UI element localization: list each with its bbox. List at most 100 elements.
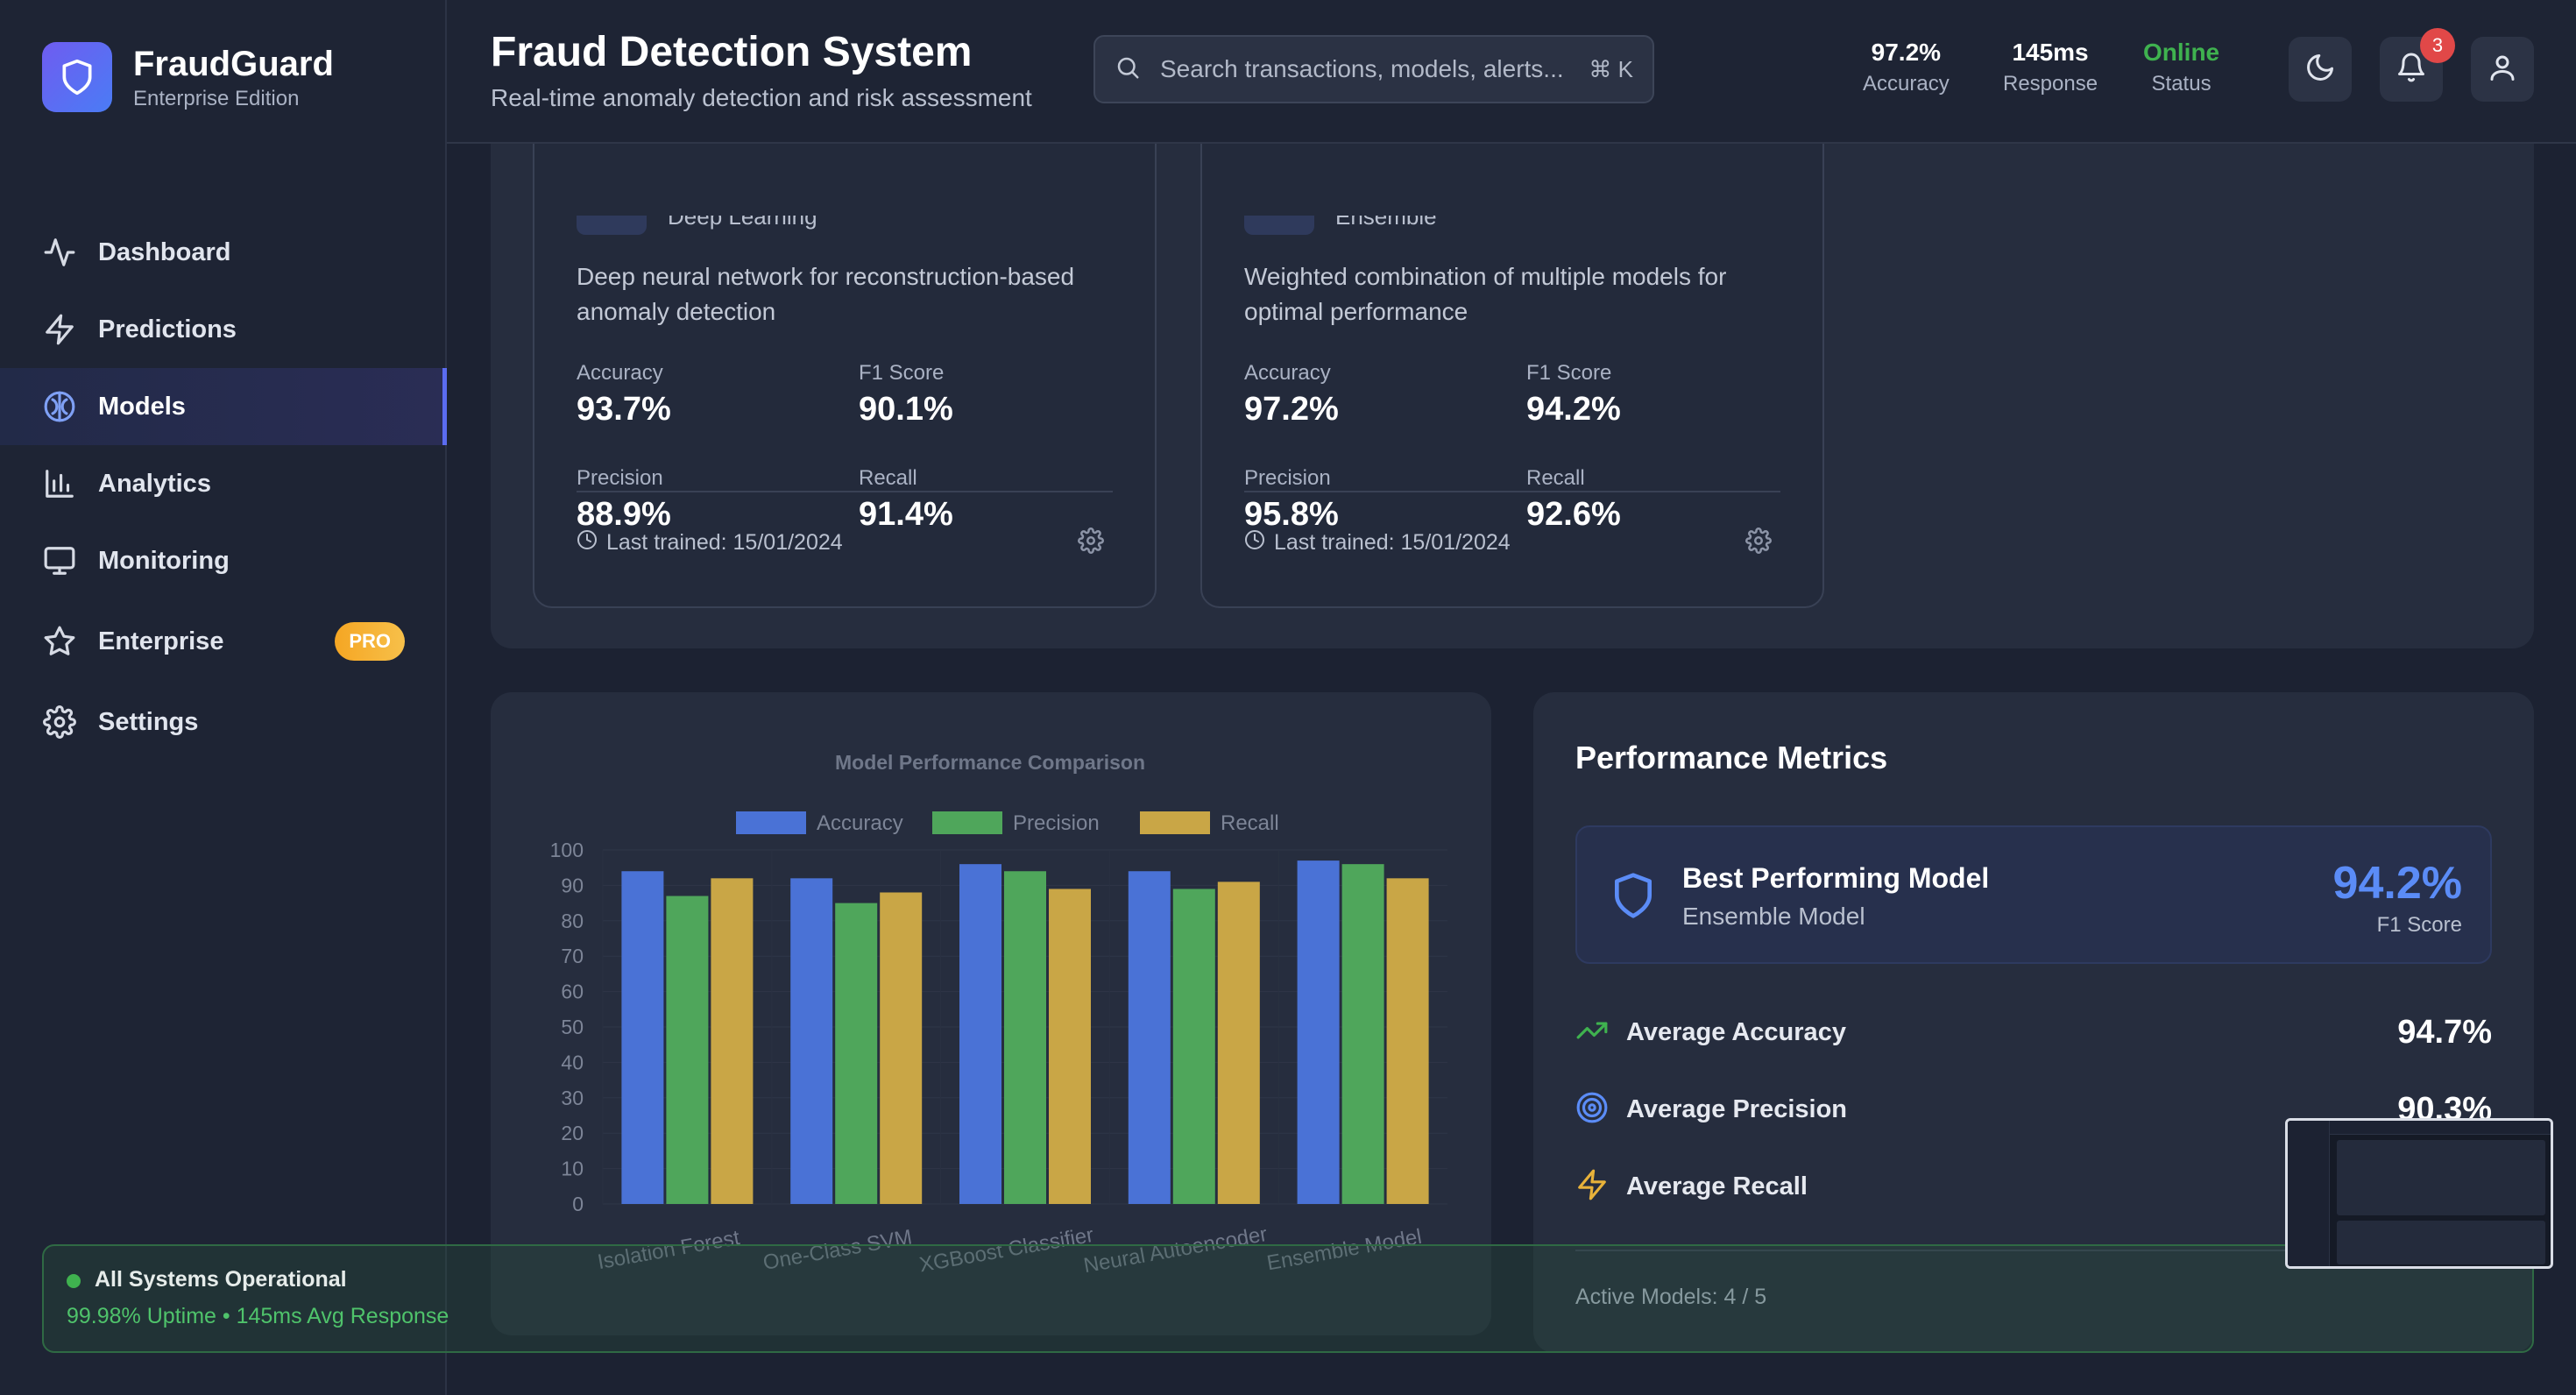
- clock-icon: [1244, 529, 1265, 556]
- y-tick-label: 90: [561, 874, 584, 896]
- brain-icon: [42, 389, 77, 424]
- sidebar-item-analytics[interactable]: Analytics: [0, 445, 447, 522]
- accuracy-stat: 97.2% Accuracy: [1863, 39, 1950, 96]
- average-accuracy-label: Average Accuracy: [1626, 1017, 1846, 1046]
- moon-icon: [2304, 52, 2336, 88]
- metric-value: 92.6%: [1526, 496, 1621, 533]
- metric-recall: Recall 92.6%: [1526, 466, 1621, 534]
- last-trained: Last trained: 15/01/2024: [577, 529, 843, 556]
- sidebar-item-label: Predictions: [98, 315, 237, 343]
- search-box[interactable]: ⌘ K: [1093, 35, 1654, 103]
- best-model-name: Ensemble Model: [1682, 903, 1865, 930]
- gear-icon: [1745, 528, 1772, 557]
- model-settings-button[interactable]: [1078, 528, 1104, 558]
- star-icon: [42, 624, 77, 659]
- model-settings-button[interactable]: [1745, 528, 1772, 558]
- best-model-score: 94.2%: [2332, 858, 2462, 909]
- best-model-card[interactable]: Best Performing Model Ensemble Model 94.…: [1575, 825, 2492, 964]
- accuracy-stat-value: 97.2%: [1871, 39, 1942, 66]
- bar-accuracy: [1128, 871, 1171, 1204]
- sidebar-item-enterprise[interactable]: Enterprise PRO: [0, 599, 447, 683]
- metric-label: Precision: [577, 466, 663, 490]
- screen-preview-thumbnail[interactable]: [2285, 1118, 2553, 1269]
- sidebar: FraudGuard Enterprise Edition Dashboard …: [0, 0, 447, 1395]
- metric-value: 90.1%: [859, 391, 953, 428]
- last-trained-text: Last trained: 15/01/2024: [1274, 530, 1511, 555]
- best-model-score-label: F1 Score: [2376, 913, 2462, 937]
- target-icon: [1575, 1091, 1609, 1129]
- metric-value: 94.2%: [1526, 391, 1621, 428]
- sidebar-item-label: Models: [98, 392, 186, 421]
- pro-badge: PRO: [335, 622, 405, 661]
- metric-value: 91.4%: [859, 496, 953, 533]
- metric-label: Accuracy: [1244, 361, 1331, 385]
- last-trained-text: Last trained: 15/01/2024: [606, 530, 843, 555]
- sidebar-item-predictions[interactable]: Predictions: [0, 291, 447, 368]
- bar-recall: [1049, 889, 1091, 1204]
- chart-title: Model Performance Comparison: [835, 751, 1145, 774]
- user-icon: [2487, 52, 2518, 88]
- model-card-header: Deep Learning: [577, 216, 1111, 242]
- legend-swatch: [932, 811, 1002, 834]
- y-tick-label: 100: [550, 839, 584, 861]
- metric-label: Recall: [859, 466, 917, 490]
- sidebar-nav: Dashboard Predictions Models Analytics M…: [0, 214, 447, 761]
- sidebar-item-label: Analytics: [98, 469, 211, 498]
- sidebar-item-monitoring[interactable]: Monitoring: [0, 522, 447, 599]
- metric-accuracy: Accuracy 93.7%: [577, 361, 671, 428]
- user-profile-button[interactable]: [2471, 37, 2534, 102]
- bar-recall: [1386, 878, 1429, 1204]
- model-card-footer: [1244, 491, 1780, 492]
- metric-label: F1 Score: [1526, 361, 1612, 385]
- model-icon-badge: [577, 216, 647, 235]
- model-type: Deep Learning: [668, 216, 817, 230]
- response-stat-label: Response: [2003, 72, 2098, 96]
- average-accuracy-row: Average Accuracy 94.7%: [1575, 1006, 2492, 1059]
- average-recall-label: Average Recall: [1626, 1172, 1808, 1200]
- legend-label: Accuracy: [817, 811, 903, 835]
- status-stat: Online Status: [2143, 39, 2219, 96]
- metric-label: Precision: [1244, 466, 1331, 490]
- status-dot-icon: [67, 1274, 81, 1288]
- y-tick-label: 80: [561, 910, 584, 932]
- bar-chart-icon: [42, 466, 77, 501]
- models-panel: Deep Learning Deep neural network for re…: [491, 91, 2534, 648]
- status-stat-label: Status: [2151, 72, 2212, 96]
- model-icon-badge: [1244, 216, 1314, 235]
- metric-value: 97.2%: [1244, 391, 1339, 428]
- metric-f1: F1 Score 90.1%: [859, 361, 953, 428]
- shield-logo-icon: [42, 42, 112, 112]
- legend-swatch: [736, 811, 806, 834]
- bar-precision: [666, 896, 709, 1204]
- activity-icon: [42, 235, 77, 270]
- theme-toggle-button[interactable]: [2289, 37, 2352, 102]
- sidebar-item-models[interactable]: Models: [0, 368, 447, 445]
- zap-icon: [42, 312, 77, 347]
- metric-value: 88.9%: [577, 496, 671, 533]
- sidebar-item-label: Monitoring: [98, 546, 230, 575]
- model-description: Deep neural network for reconstruction-b…: [577, 263, 1075, 325]
- metric-label: Accuracy: [577, 361, 663, 385]
- sidebar-item-label: Enterprise: [98, 627, 224, 655]
- metric-value: 93.7%: [577, 391, 671, 428]
- model-card-footer: [577, 491, 1113, 492]
- model-card-header: Ensemble: [1244, 216, 1779, 242]
- notifications-button[interactable]: 3: [2380, 28, 2455, 102]
- search-shortcut: ⌘ K: [1589, 56, 1633, 82]
- response-stat-value: 145ms: [2012, 39, 2089, 66]
- monitor-icon: [42, 543, 77, 578]
- brand[interactable]: FraudGuard Enterprise Edition: [42, 42, 334, 112]
- notification-count-badge: 3: [2420, 28, 2455, 63]
- y-tick-label: 0: [572, 1193, 584, 1215]
- search-input[interactable]: [1160, 55, 1563, 83]
- metric-precision: Precision 95.8%: [1244, 466, 1339, 534]
- brand-edition: Enterprise Edition: [133, 87, 300, 110]
- accuracy-stat-label: Accuracy: [1863, 72, 1950, 96]
- average-accuracy-value: 94.7%: [2397, 1013, 2492, 1051]
- sidebar-item-settings[interactable]: Settings: [0, 683, 447, 761]
- preview-panel: [2337, 1140, 2545, 1215]
- sidebar-item-dashboard[interactable]: Dashboard: [0, 214, 447, 291]
- search-icon: [1115, 54, 1141, 85]
- status-stat-value: Online: [2143, 39, 2220, 66]
- metric-f1: F1 Score 94.2%: [1526, 361, 1621, 428]
